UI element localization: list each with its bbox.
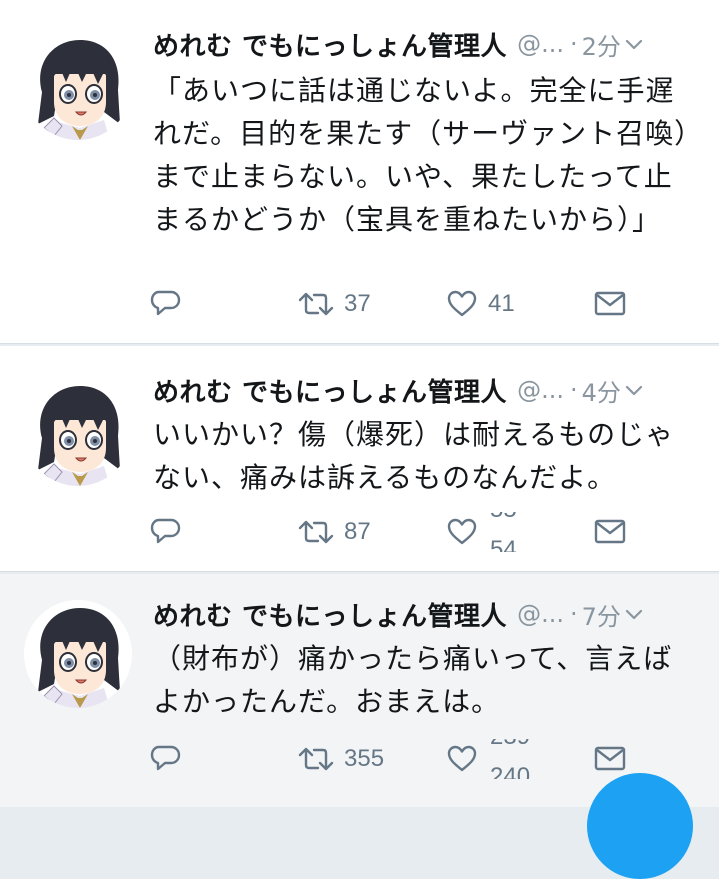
reply-button[interactable] [150,284,182,324]
display-name[interactable]: めれむ でもにっしょん管理人 [153,372,507,409]
separator: · [569,600,578,628]
display-name[interactable]: めれむ でもにっしょん管理人 [153,596,507,633]
separator: · [569,30,578,58]
like-button[interactable]: 55 54 [446,512,534,552]
chevron-down-icon[interactable] [623,33,645,55]
retweet-count: 37 [344,290,371,317]
mail-icon [594,745,626,773]
reply-icon [150,745,182,773]
handle[interactable]: @... [517,30,564,58]
retweet-icon [298,290,334,318]
compose-fab[interactable] [587,773,693,879]
retweet-button[interactable]: 87 [298,512,371,552]
avatar[interactable] [24,600,132,708]
like-count-current: 54 [490,536,517,552]
mail-icon [594,290,626,318]
tweet-text: いいかい？傷（爆死）は耐えるものじゃない、痛みは訴えるものなんだよ。 [153,418,675,494]
tweet-text: （財布が）痛かったら痛いって、言えばよかったんだ。おまえは。 [153,642,673,718]
chevron-down-icon[interactable] [623,603,645,625]
retweet-button[interactable]: 355 [298,739,384,779]
tweet-text: 「あいつに話は通じないよ。完全に手遅れだ。目的を果たす（サーヴァント召喚）まで止… [153,74,690,236]
dm-button[interactable] [594,512,626,552]
tweet-actions: 355 239 240 [150,739,640,779]
retweet-icon [298,745,334,773]
retweet-button[interactable]: 37 [298,284,371,324]
tweet-header: めれむ でもにっしょん管理人 @... · 7分 [153,594,697,634]
tweet[interactable]: めれむ でもにっしょん管理人 @... · 4分 いいかい？傷（爆死）は耐えるも… [0,346,719,572]
mail-icon [594,518,626,546]
retweet-count: 355 [344,745,385,772]
avatar[interactable] [24,32,132,140]
tweet[interactable]: めれむ でもにっしょん管理人 @... · 2分 「あいつに話は通じないよ。完全… [0,0,719,344]
chevron-down-icon[interactable] [623,379,645,401]
like-count-previous: 239 [490,739,530,751]
tweet-actions: 87 55 54 [150,512,640,552]
tweet-header: めれむ でもにっしょん管理人 @... · 2分 [153,24,697,64]
tweet-header: めれむ でもにっしょん管理人 @... · 4分 [153,370,697,410]
separator: · [569,376,578,404]
reply-icon [150,290,182,318]
tweet[interactable]: めれむ でもにっしょん管理人 @... · 7分 （財布が）痛かったら痛いって、… [0,574,719,807]
avatar[interactable] [24,378,132,486]
dm-button[interactable] [594,284,626,324]
like-count: 239 240 [490,739,546,779]
heart-icon [446,517,478,547]
retweet-count: 87 [344,518,371,545]
like-button[interactable]: 41 [446,284,515,324]
tweet-actions: 37 41 [150,284,640,324]
like-count: 55 54 [490,512,534,552]
timestamp[interactable]: 7分 [582,597,621,632]
heart-icon [446,289,478,319]
like-count: 41 [488,290,515,317]
like-count-previous: 55 [490,512,517,524]
timestamp[interactable]: 2分 [582,27,621,62]
handle[interactable]: @... [517,376,564,404]
dm-button[interactable] [594,739,626,779]
retweet-icon [298,518,334,546]
reply-button[interactable] [150,512,182,552]
reply-button[interactable] [150,739,182,779]
timestamp[interactable]: 4分 [582,373,621,408]
heart-icon [446,744,478,774]
like-button[interactable]: 239 240 [446,739,546,779]
handle[interactable]: @... [517,600,564,628]
display-name[interactable]: めれむ でもにっしょん管理人 [153,26,507,63]
reply-icon [150,518,182,546]
like-count-current: 240 [490,763,531,779]
timeline: めれむ でもにっしょん管理人 @... · 2分 「あいつに話は通じないよ。完全… [0,0,719,879]
